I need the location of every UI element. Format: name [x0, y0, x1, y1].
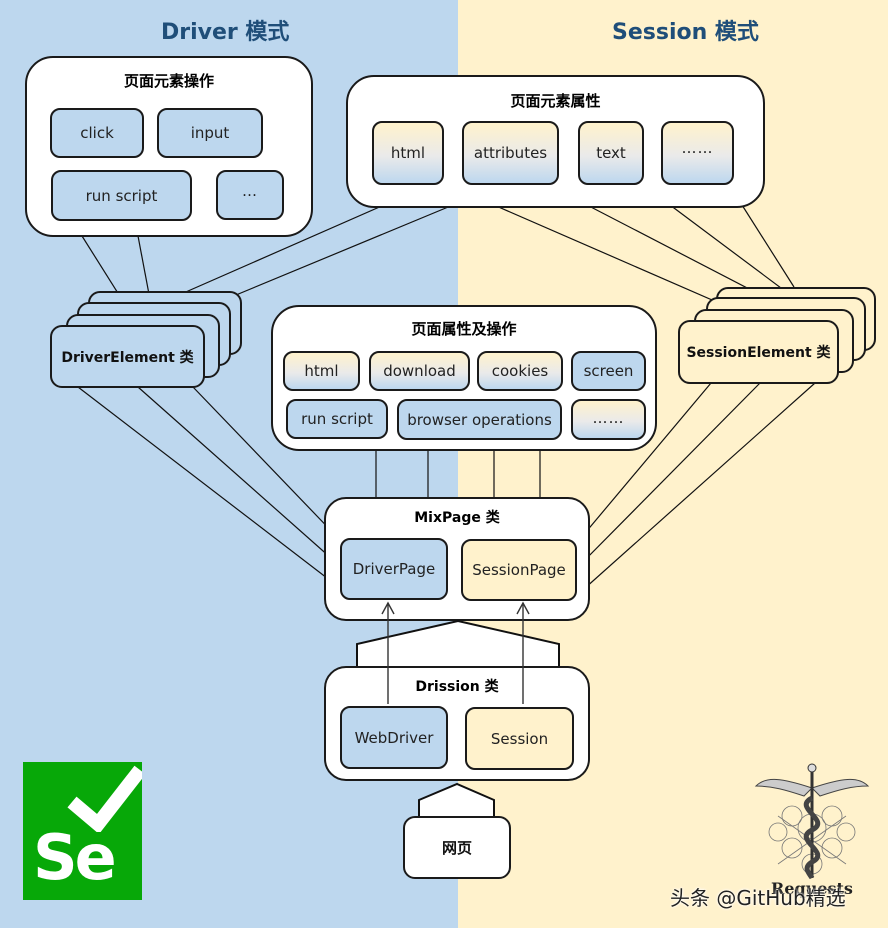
- webpage-label: 网页: [441, 839, 472, 857]
- selenium-logo-text: Se: [33, 821, 117, 894]
- selenium-logo: Se: [23, 762, 142, 900]
- watermark-text: 头条 @GitHub精选: [670, 886, 846, 910]
- caduceus-icon: Requests: [754, 763, 870, 898]
- webpage-box[interactable]: 网页: [403, 816, 511, 879]
